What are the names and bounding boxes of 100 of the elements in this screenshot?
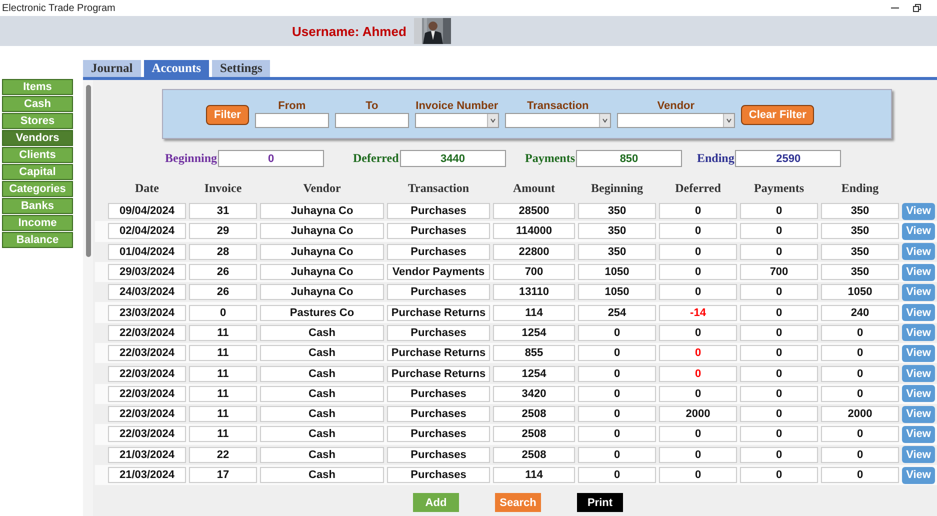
table-cell: 0	[659, 366, 737, 382]
tab[interactable]: Journal	[83, 60, 141, 77]
chevron-down-icon[interactable]	[486, 114, 498, 127]
table-cell: 11	[189, 406, 257, 422]
view-button[interactable]: View	[902, 466, 935, 484]
table-cell: 0	[740, 386, 818, 402]
table-cell: 22	[189, 446, 257, 463]
total-label: Beginning	[165, 151, 218, 166]
dropdown-field[interactable]	[414, 113, 499, 128]
view-button[interactable]: View	[902, 202, 935, 220]
table-cell: 0	[578, 426, 656, 442]
chevron-down-icon[interactable]	[722, 114, 734, 127]
table-cell: 0	[740, 324, 818, 341]
table-cell: 0	[189, 304, 257, 321]
sidebar-item[interactable]: Clients	[2, 147, 73, 163]
table-cell: Cash	[260, 324, 384, 341]
table-cell: 26	[189, 264, 257, 280]
view-button[interactable]: View	[902, 243, 935, 260]
table-cell: Cash	[260, 406, 384, 422]
table-cell: 0	[659, 345, 737, 362]
sidebar-item[interactable]: Vendors	[2, 130, 73, 146]
table-cell: 1050	[821, 284, 899, 300]
tab[interactable]: Settings	[212, 60, 270, 77]
sidebar-item[interactable]: Categories	[2, 181, 73, 197]
table-cell: 0	[659, 223, 737, 240]
table-cell: 0	[659, 426, 737, 442]
view-button[interactable]: View	[902, 406, 935, 423]
view-button[interactable]: View	[902, 344, 935, 362]
table-cell: 0	[578, 467, 656, 483]
table-cell: 0	[659, 467, 737, 483]
total-label: Ending	[697, 151, 734, 166]
table-cell: 29	[189, 223, 257, 240]
table-cell: Juhayna Co	[260, 284, 384, 300]
view-button[interactable]: View	[902, 365, 935, 382]
table-cell: 09/04/2024	[108, 203, 186, 220]
table-cell: Purchases	[387, 406, 490, 422]
column-header: Beginning	[590, 181, 644, 196]
table-cell: 17	[189, 467, 257, 483]
table-cell: 29/03/2024	[108, 264, 186, 280]
total-label: Payments	[525, 151, 575, 166]
view-button[interactable]: View	[902, 324, 935, 342]
view-button[interactable]: View	[902, 304, 935, 322]
filter-button[interactable]: Filter	[206, 105, 249, 125]
table-cell: 114	[493, 467, 575, 483]
view-button[interactable]: View	[902, 264, 935, 281]
dropdown-field[interactable]	[504, 113, 611, 128]
add-button[interactable]: Add	[413, 493, 459, 512]
sidebar-item[interactable]: Cash	[2, 96, 73, 112]
table-cell: 350	[821, 264, 899, 280]
table-cell: Purchases	[387, 223, 490, 240]
field-label: To	[366, 100, 378, 112]
clear-filter-button[interactable]: Clear Filter	[740, 105, 814, 125]
table-cell: Purchases	[387, 203, 490, 220]
view-button[interactable]: View	[902, 385, 935, 402]
table-cell: 700	[740, 264, 818, 280]
input-field[interactable]	[334, 113, 409, 128]
table-cell: 1050	[578, 284, 656, 300]
input-field[interactable]	[254, 113, 329, 128]
table-cell: 0	[821, 467, 899, 483]
table-cell: Juhayna Co	[260, 264, 384, 280]
table-cell: Cash	[260, 446, 384, 463]
table-cell: Juhayna Co	[260, 244, 384, 260]
table-cell: 01/04/2024	[108, 244, 186, 260]
table-cell: 23/03/2024	[108, 304, 186, 321]
scrollbar[interactable]	[83, 80, 93, 516]
table-cell: 0	[578, 324, 656, 341]
search-button[interactable]: Search	[495, 493, 541, 512]
view-button[interactable]: View	[902, 426, 935, 443]
total-value: 0	[218, 150, 324, 167]
table-cell: 22/03/2024	[108, 366, 186, 382]
table-cell: 254	[578, 304, 656, 321]
table-cell: 0	[740, 406, 818, 422]
sidebar-item[interactable]: Items	[2, 79, 73, 95]
minimize-icon[interactable]	[891, 7, 899, 9]
chevron-down-icon[interactable]	[598, 114, 610, 127]
sidebar-item[interactable]: Balance	[2, 232, 73, 248]
print-button[interactable]: Print	[577, 493, 623, 512]
table-cell: 22/03/2024	[108, 386, 186, 402]
view-button[interactable]: View	[902, 446, 935, 464]
view-button[interactable]: View	[902, 222, 935, 240]
tab[interactable]: Accounts	[144, 60, 209, 77]
table-cell: Purchase Returns	[387, 345, 490, 362]
table-cell: 22/03/2024	[108, 406, 186, 422]
table-cell: 0	[659, 446, 737, 463]
table-cell: Purchase Returns	[387, 304, 490, 321]
table-cell: 0	[578, 366, 656, 382]
view-button[interactable]: View	[902, 284, 935, 301]
sidebar-item[interactable]: Banks	[2, 198, 73, 214]
table-cell: 11	[189, 345, 257, 362]
sidebar-item[interactable]: Stores	[2, 113, 73, 129]
table-cell: Purchases	[387, 244, 490, 260]
table-cell: 2508	[493, 406, 575, 422]
table-cell: Purchases	[387, 284, 490, 300]
sidebar-item[interactable]: Capital	[2, 164, 73, 180]
column-header: Payments	[753, 181, 805, 196]
sidebar-item[interactable]: Income	[2, 215, 73, 231]
table-cell: Juhayna Co	[260, 223, 384, 240]
dropdown-field[interactable]	[616, 113, 735, 128]
restore-icon[interactable]	[913, 4, 921, 12]
table-cell: 350	[578, 223, 656, 240]
